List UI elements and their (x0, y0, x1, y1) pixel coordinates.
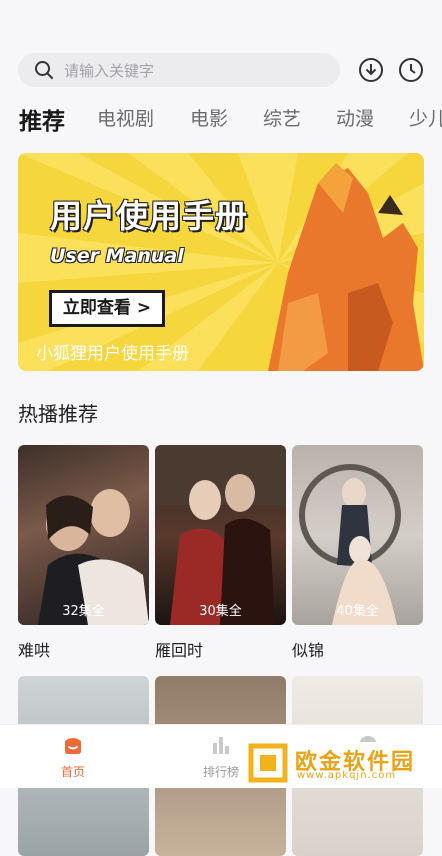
tab-movies[interactable]: 电影 (190, 104, 228, 131)
poster-image (38, 489, 149, 625)
episode-count: 40集全 (336, 604, 379, 619)
nav-ranking-label: 排行榜 (202, 765, 239, 779)
history-clock-icon[interactable] (398, 57, 424, 83)
banner-title: 用户使用手册 (50, 197, 249, 235)
card-title[interactable]: 雁回时 (155, 637, 203, 661)
tab-kids[interactable]: 少儿 (409, 104, 442, 131)
nav-home[interactable]: 首页 (43, 733, 103, 780)
watermark-url: www.apkqjn.com (297, 770, 397, 781)
tab-variety[interactable]: 综艺 (263, 104, 301, 131)
home-icon (65, 738, 81, 754)
ranking-chart-icon (213, 737, 229, 754)
poster-image (155, 445, 286, 625)
banner-caption: 小狐狸用户使用手册 (36, 344, 189, 364)
drama-card[interactable]: 32集全 (18, 445, 149, 625)
episode-count: 30集全 (199, 604, 242, 619)
drama-card[interactable]: 40集全 (292, 445, 423, 625)
card-title[interactable]: 似锦 (292, 637, 324, 661)
nav-home-label: 首页 (60, 765, 85, 779)
search-placeholder: 请输入关键字 (64, 61, 155, 80)
section-title: 热播推荐 (18, 402, 98, 426)
download-icon[interactable] (358, 57, 384, 83)
watermark-logo-icon (248, 743, 288, 783)
banner-subtitle: User Manual (50, 245, 184, 267)
watermark: 欧金软件园 www.apkqjn.com (245, 742, 435, 784)
drama-card[interactable]: 30集全 (155, 445, 286, 625)
category-tabs: 推荐 电视剧 电影 综艺 动漫 少儿 (0, 104, 442, 138)
tab-anime[interactable]: 动漫 (336, 104, 374, 131)
card-title[interactable]: 难哄 (18, 637, 50, 661)
tab-tv-series[interactable]: 电视剧 (97, 104, 154, 131)
banner-view-button[interactable]: 立即查看 > (49, 290, 165, 327)
tab-recommend[interactable]: 推荐 (19, 102, 65, 136)
poster-image (299, 464, 401, 625)
banner[interactable]: 用户使用手册 User Manual 立即查看 > 小狐狸用户使用手册 (18, 153, 424, 371)
episode-count: 32集全 (62, 604, 105, 619)
search-bar[interactable]: 请输入关键字 (18, 53, 340, 87)
nav-ranking[interactable]: 排行榜 (191, 733, 251, 780)
search-icon (35, 61, 53, 79)
